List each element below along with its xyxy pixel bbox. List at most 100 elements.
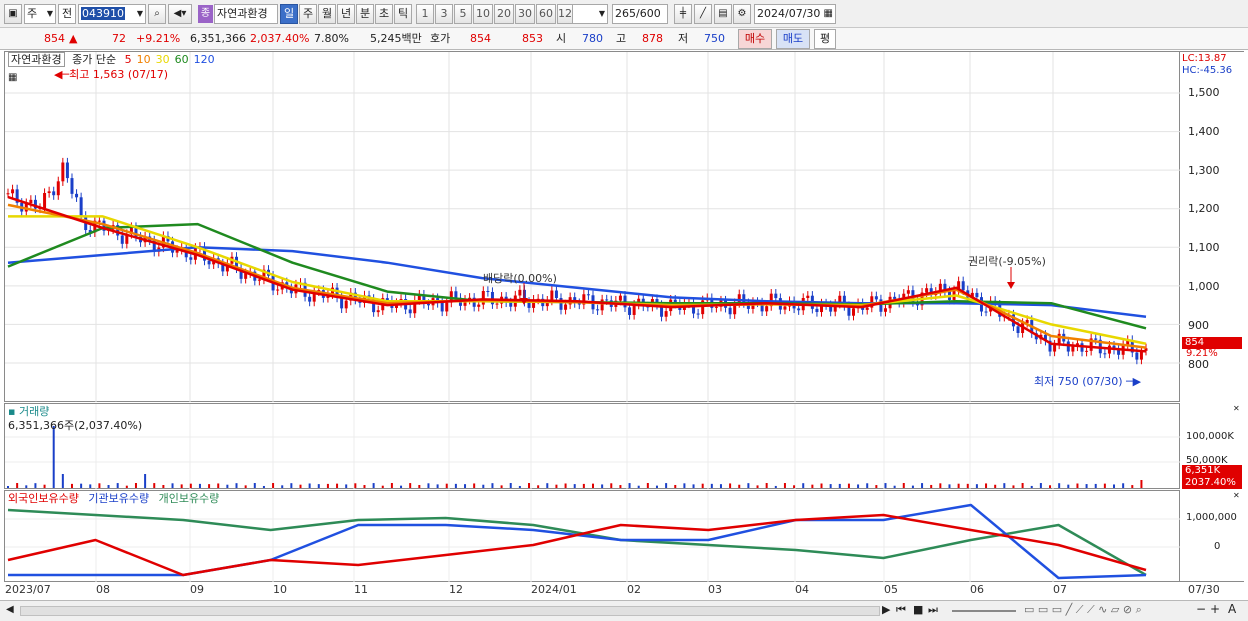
volume-bar [244,485,247,488]
candle-body [340,297,344,309]
volume-bar [153,483,156,488]
candle-body [1016,326,1020,333]
volume-bar [646,483,649,488]
volume-bar [829,484,832,488]
volume-bar [921,483,924,488]
scroll-left-icon[interactable]: ◀ [6,604,14,615]
stop-icon[interactable]: ■ [913,603,923,616]
volume-bar [144,474,147,488]
zoom-slider[interactable] [952,610,1016,612]
x-axis-label: 12 [449,583,463,596]
volume-bar [317,484,320,488]
candle-body [797,308,801,311]
x-axis-label: 10 [273,583,287,596]
candle-body [984,311,988,313]
candle-body [207,260,211,265]
forward-icon[interactable]: ⏭ [928,603,938,617]
scroll-right-icon[interactable]: ▶ [882,603,890,616]
volume-bar [208,484,211,488]
volume-bar [893,485,896,488]
x-axis-label: 07/30 [1188,583,1220,596]
volume-bar [482,484,485,488]
zoom-in-icon[interactable]: + [1210,602,1220,616]
volume-bar [701,483,704,488]
volume-bar [226,484,229,488]
volume-bar [290,483,293,488]
candle-body [1135,352,1139,360]
volume-bar [7,486,9,488]
candle-body [605,299,609,301]
x-axis-label: 06 [970,583,984,596]
volume-bar [619,485,622,488]
volume-bar [25,485,28,488]
candle-body [11,189,15,194]
x-axis-label: 07 [1053,583,1067,596]
volume-bar [436,484,439,488]
candle-body [75,193,79,198]
volume-bar [783,483,786,488]
volume-bar [253,483,256,488]
x-axis-label: 04 [795,583,809,596]
legend-ma-title: 종가 단순 [72,53,117,66]
volume-title-text: 거래량 [18,405,50,418]
candle-body [893,296,897,299]
volume-bar [555,484,558,488]
volume-note: 6,351,366주(2,037.40%) [8,419,143,432]
volume-bar [994,484,997,488]
candle-body [975,292,979,298]
volume-bar [902,483,905,488]
individual-holdings-line [7,508,1147,577]
candle-body [43,193,47,208]
dividend-annotation: 배당락(0.00%) [483,272,557,285]
chart-canvas [5,52,1180,582]
volume-bar [107,485,110,488]
candle-body [586,294,590,296]
candle-body [696,313,700,315]
rewind-icon[interactable]: ⏮ [896,603,906,617]
volume-bar [180,484,183,488]
candle-body [1053,344,1057,352]
volume-bar [299,484,302,488]
holdings-tick-1: 1,000,000 [1186,512,1237,523]
font-size-icon[interactable]: A [1228,602,1236,616]
volume-bar [308,483,311,488]
candle-body [29,199,33,204]
legend-stock-name: 자연과환경 [8,52,65,67]
volume-bar [372,483,375,488]
x-axis-label: 2023/07 [5,583,51,596]
volume-bar [674,484,677,488]
zoom-out-icon[interactable]: − [1196,602,1206,616]
volume-bar [198,483,201,488]
volume-bar [1012,485,1015,488]
last-volume-pct-tag: 2037.40% [1182,477,1242,489]
candle-body [664,311,668,317]
volume-bar [454,483,457,488]
volume-bar [518,485,521,488]
volume-bar [601,484,604,488]
ma-line-60 [7,222,1147,330]
grid-toggle-icon[interactable]: ▦ [8,71,17,85]
volume-bar [1113,484,1116,488]
price-tick: 1,400 [1188,124,1220,138]
scroll-bar[interactable]: ◀ ▶ ⏮ ■ ⏭ ▭ ▭ ▭ ╱ ⟋ ⟋ ∿ ▱ ⊘ ⌕ − + A [0,600,1248,621]
candle-body [550,290,554,301]
candle-body [815,308,819,313]
candle-body [276,289,280,291]
close-pane-icon[interactable]: ✕ [1233,491,1240,500]
candle-body [596,309,600,311]
x-axis-label: 09 [190,583,204,596]
candle-body [1057,333,1061,345]
legend-individual: 개인보유수량 [158,492,220,505]
candle-body [1103,353,1107,355]
candle-body [961,281,965,291]
drawing-tools-icons[interactable]: ▭ ▭ ▭ ╱ ⟋ ⟋ ∿ ▱ ⊘ ⌕ [1024,603,1142,617]
volume-bar [1103,483,1106,488]
x-axis-label: 2024/01 [531,583,577,596]
candle-body [618,295,622,301]
volume-bar [628,483,631,488]
close-pane-icon[interactable]: ✕ [1233,404,1240,413]
scroll-track[interactable] [20,606,880,616]
candle-body [742,294,746,304]
candle-body [852,308,856,316]
price-tick: 900 [1188,318,1209,332]
